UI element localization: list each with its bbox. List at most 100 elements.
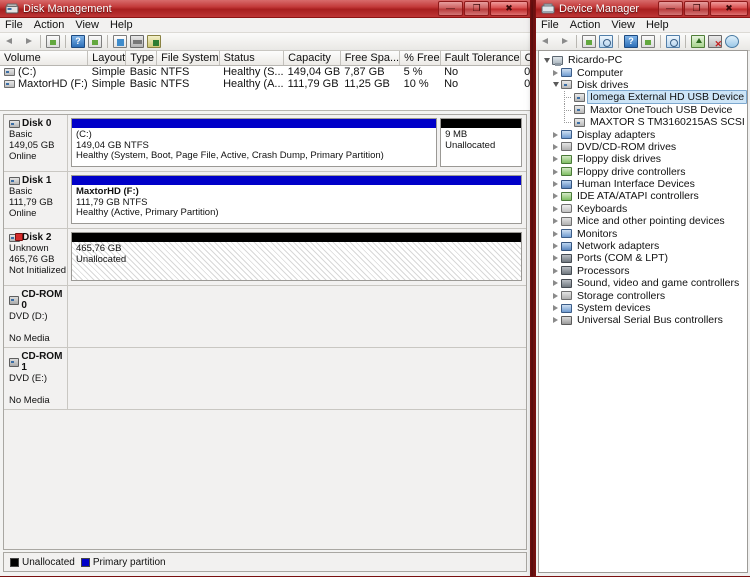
minimize-button[interactable]: — (438, 1, 463, 16)
chevron-right-icon[interactable] (551, 143, 560, 150)
disk-management-titlebar[interactable]: Disk Management — ❐ ✖ (0, 0, 530, 18)
column-header-capacity[interactable]: Capacity (283, 51, 341, 66)
tree-item-mice-and-other-pointing-devices[interactable]: Mice and other pointing devices (542, 215, 745, 227)
tree-item-ricardo-pc[interactable]: Ricardo-PC (542, 54, 745, 66)
chevron-right-icon[interactable] (551, 168, 560, 175)
disk-row[interactable]: Disk 1 Basic 111,79 GB Online MaxtorHD (… (4, 172, 526, 229)
column-header-file-system[interactable]: File System (156, 51, 220, 66)
scan-hardware-icon[interactable] (665, 34, 681, 50)
tree-item-disk-drives[interactable]: Disk drives (542, 79, 745, 91)
disk-row[interactable]: Disk 2 Unknown 465,76 GB Not Initialized… (4, 229, 526, 286)
column-header-layout[interactable]: Layout (87, 51, 127, 66)
tree-item-human-interface-devices[interactable]: Human Interface Devices (542, 178, 745, 190)
disk-row[interactable]: CD-ROM 1 DVD (E:) No Media (4, 348, 526, 410)
menu-action[interactable]: Action (34, 19, 65, 31)
close-button[interactable]: ✖ (490, 1, 528, 16)
tree-item-computer[interactable]: Computer (542, 66, 745, 79)
maximize-button[interactable]: ❐ (684, 1, 709, 16)
chevron-right-icon[interactable] (551, 305, 560, 311)
tree-item-network-adapters[interactable]: Network adapters (542, 240, 745, 252)
column-header-free-space[interactable]: Free Spa... (340, 51, 401, 66)
maximize-button[interactable]: ❐ (464, 1, 489, 16)
new-volume-icon[interactable] (129, 34, 145, 50)
partition-block[interactable]: 465,76 GB Unallocated (71, 232, 522, 281)
help-icon[interactable]: ? (70, 34, 86, 50)
tree-item-ide-ata-atapi-controllers[interactable]: IDE ATA/ATAPI controllers (542, 190, 745, 202)
table-row[interactable]: MaxtorHD (F:) Simple Basic NTFS Healthy … (0, 78, 530, 90)
tree-item-keyboards[interactable]: Keyboards (542, 203, 745, 215)
tree-item-floppy-drive-controllers[interactable]: Floppy drive controllers (542, 166, 745, 178)
tree-item-processors[interactable]: Processors (542, 265, 745, 277)
chevron-right-icon[interactable] (551, 255, 560, 262)
tree-item-dvd-cd-rom-drives[interactable]: DVD/CD-ROM drives (542, 141, 745, 153)
forward-arrow-icon[interactable] (556, 34, 572, 50)
chevron-right-icon[interactable] (551, 280, 560, 287)
partition-block[interactable]: MaxtorHD (F:) 111,79 GB NTFS Healthy (Ac… (71, 175, 522, 224)
chevron-right-icon[interactable] (551, 156, 560, 163)
menu-file[interactable]: File (541, 19, 559, 31)
chevron-down-icon[interactable] (551, 82, 560, 88)
column-header-type[interactable]: Type (125, 51, 158, 66)
chevron-right-icon[interactable] (551, 218, 560, 225)
update-driver-icon[interactable] (690, 34, 706, 50)
chevron-right-icon[interactable] (551, 292, 560, 299)
menu-file[interactable]: File (5, 19, 23, 31)
disable-device-icon[interactable] (724, 34, 740, 50)
tree-item-display-adapters[interactable]: Display adapters (542, 128, 745, 141)
minimize-button[interactable]: — (658, 1, 683, 16)
chevron-right-icon[interactable] (551, 69, 560, 76)
menu-action[interactable]: Action (570, 19, 601, 31)
device-tree-panel[interactable]: Ricardo-PC Computer Disk drives Iomega Exte… (538, 50, 748, 573)
disk-graphical-view[interactable]: Disk 0 Basic 149,05 GB Online (C:) 149,0… (3, 114, 527, 550)
tree-item-ports-com-lpt[interactable]: Ports (COM & LPT) (542, 252, 745, 264)
back-arrow-icon[interactable] (3, 34, 19, 50)
tree-item-iomega-external-hd-usb-device[interactable]: Iomega External HD USB Device (542, 90, 747, 105)
tree-item-maxtor-onetouch-usb-device[interactable]: Maxtor OneTouch USB Device (542, 103, 745, 117)
column-header-fault-tolerance[interactable]: Fault Tolerance (440, 51, 521, 66)
menu-view[interactable]: View (75, 19, 99, 31)
menu-help[interactable]: Help (646, 19, 669, 31)
column-header-volume[interactable]: Volume (0, 51, 89, 66)
all-tasks-icon[interactable] (146, 34, 162, 50)
tree-item-universal-serial-bus-controllers[interactable]: Universal Serial Bus controllers (542, 314, 745, 326)
chevron-right-icon[interactable] (551, 317, 560, 324)
chevron-right-icon[interactable] (551, 243, 560, 250)
tree-item-monitors[interactable]: Monitors (542, 227, 745, 240)
chevron-right-icon[interactable] (551, 230, 560, 237)
rescan-disks-icon[interactable] (112, 34, 128, 50)
chevron-right-icon[interactable] (551, 131, 560, 138)
tree-connector (560, 103, 573, 117)
partition-block[interactable]: 9 MB Unallocated (440, 118, 522, 167)
device-manager-titlebar[interactable]: Device Manager — ❐ ✖ (536, 0, 750, 18)
chevron-right-icon[interactable] (551, 205, 560, 212)
forward-arrow-icon[interactable] (20, 34, 36, 50)
close-button[interactable]: ✖ (710, 1, 748, 16)
disk-row[interactable]: Disk 0 Basic 149,05 GB Online (C:) 149,0… (4, 115, 526, 172)
column-header-status[interactable]: Status (219, 51, 285, 66)
volume-list-panel[interactable]: Volume Layout Type File System Status Ca… (0, 51, 530, 111)
column-header-overhead[interactable]: Overhead (520, 51, 530, 66)
column-header-percent-free[interactable]: % Free (399, 51, 441, 66)
chevron-down-icon[interactable] (542, 57, 551, 63)
tree-item-maxtor-s-tm3160215as-scsi-disk-device[interactable]: MAXTOR S TM3160215AS SCSI Disk Device (542, 115, 747, 128)
menu-view[interactable]: View (611, 19, 635, 31)
tree-item-sound-video-and-game-controllers[interactable]: Sound, video and game controllers (542, 277, 745, 289)
chevron-right-icon[interactable] (551, 267, 560, 274)
tree-item-system-devices[interactable]: System devices (542, 302, 745, 314)
chevron-right-icon[interactable] (551, 193, 560, 200)
menu-help[interactable]: Help (110, 19, 133, 31)
disk-row[interactable]: CD-ROM 0 DVD (D:) No Media (4, 286, 526, 348)
show-hide-console-tree-icon[interactable] (581, 34, 597, 50)
tree-item-floppy-disk-drives[interactable]: Floppy disk drives (542, 153, 745, 165)
uninstall-device-icon[interactable] (707, 34, 723, 50)
help-icon[interactable]: ? (623, 34, 639, 50)
tree-item-storage-controllers[interactable]: Storage controllers (542, 289, 745, 302)
partition-block[interactable]: (C:) 149,04 GB NTFS Healthy (System, Boo… (71, 118, 438, 167)
chevron-right-icon[interactable] (551, 181, 560, 188)
properties-icon[interactable] (598, 34, 614, 50)
properties-icon[interactable] (87, 34, 103, 50)
back-arrow-icon[interactable] (539, 34, 555, 50)
table-row[interactable]: (C:) Simple Basic NTFS Healthy (S... 149… (0, 66, 530, 78)
show-hide-console-tree-icon[interactable] (45, 34, 61, 50)
view-icon[interactable] (640, 34, 656, 50)
